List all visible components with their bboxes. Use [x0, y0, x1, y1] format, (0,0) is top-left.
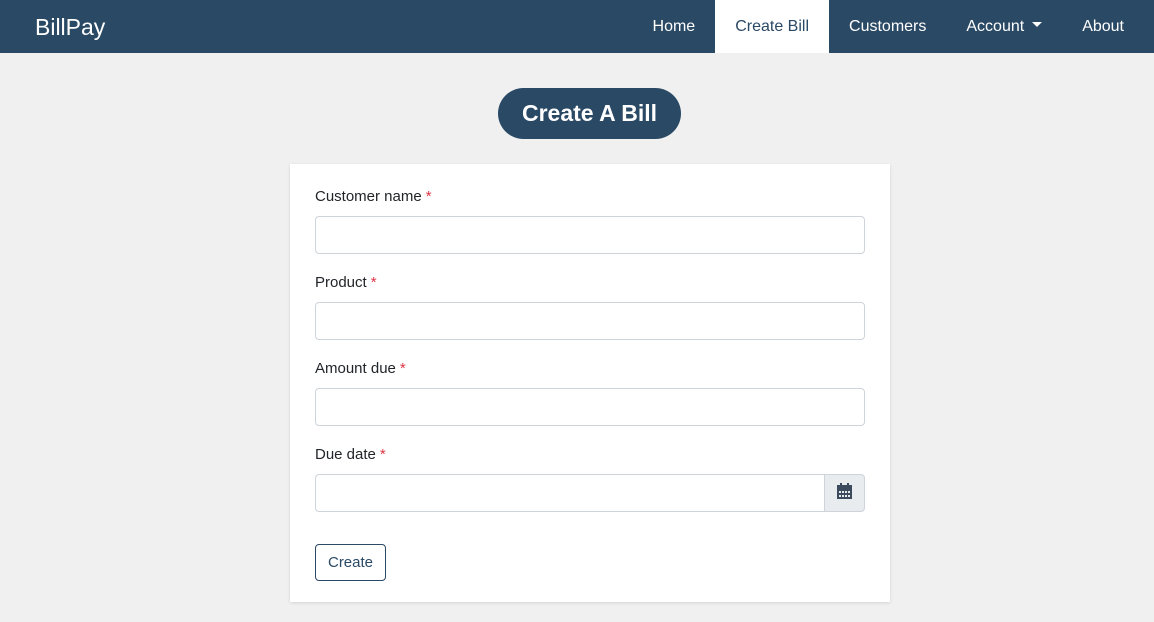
required-marker: * — [399, 360, 406, 377]
customer-name-label-text: Customer name — [315, 188, 422, 205]
navbar: BillPay Home Create Bill Customers Accou… — [0, 0, 1154, 53]
product-label: Product * — [315, 274, 377, 291]
brand-logo[interactable]: BillPay — [35, 12, 105, 42]
page-title: Create A Bill — [498, 88, 681, 139]
calendar-icon — [837, 482, 852, 504]
product-input[interactable] — [315, 302, 865, 340]
required-marker: * — [379, 446, 386, 463]
amount-due-input[interactable] — [315, 388, 865, 426]
due-date-input[interactable] — [315, 474, 824, 512]
nav-account-label: Account — [966, 17, 1025, 35]
nav-menu: Home Create Bill Customers Account About — [633, 0, 1144, 53]
nav-home-label: Home — [652, 17, 696, 35]
due-date-label: Due date * — [315, 446, 386, 463]
nav-create-bill-label: Create Bill — [735, 17, 810, 35]
date-picker-button[interactable] — [824, 474, 865, 512]
nav-about[interactable]: About — [1062, 0, 1144, 53]
due-date-label-text: Due date — [315, 446, 376, 463]
create-button[interactable]: Create — [315, 544, 386, 581]
due-date-group — [315, 474, 865, 512]
nav-account-dropdown[interactable]: Account — [946, 0, 1062, 53]
nav-create-bill[interactable]: Create Bill — [715, 0, 830, 53]
amount-due-label-text: Amount due — [315, 360, 396, 377]
nav-customers[interactable]: Customers — [829, 0, 946, 53]
create-bill-form: Customer name * Product * Amount due * Due … — [290, 164, 890, 602]
customer-name-input[interactable] — [315, 216, 865, 254]
customer-name-label: Customer name * — [315, 188, 432, 205]
required-marker: * — [370, 274, 377, 291]
caret-down-icon — [1032, 22, 1043, 27]
nav-customers-label: Customers — [849, 17, 927, 35]
required-marker: * — [425, 188, 432, 205]
product-label-text: Product — [315, 274, 367, 291]
nav-about-label: About — [1082, 17, 1124, 35]
amount-due-label: Amount due * — [315, 360, 406, 377]
nav-home[interactable]: Home — [633, 0, 716, 53]
